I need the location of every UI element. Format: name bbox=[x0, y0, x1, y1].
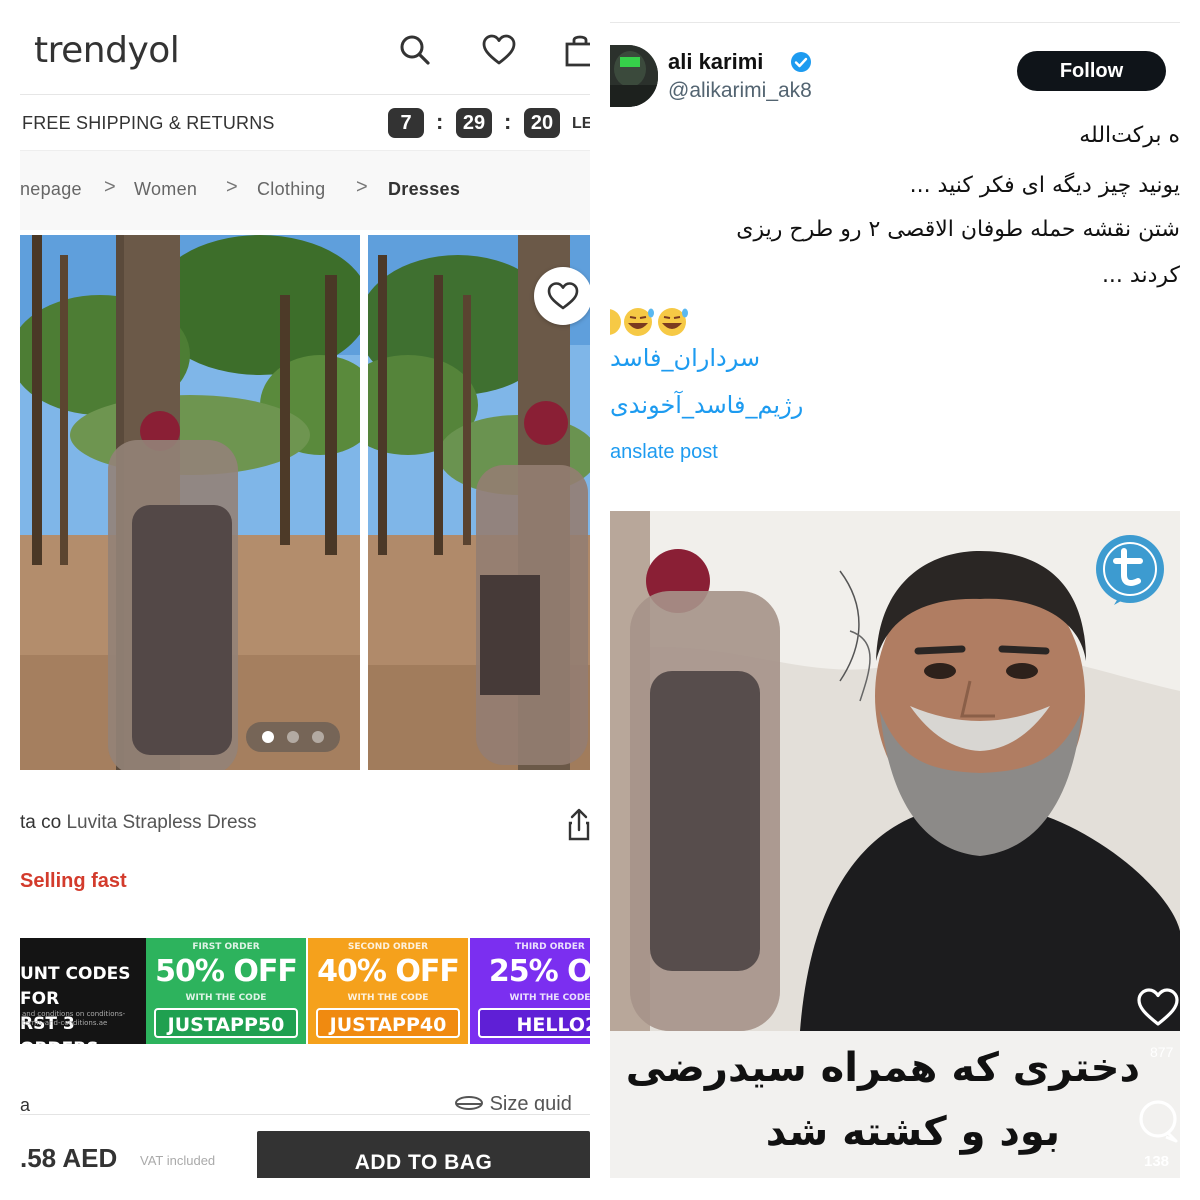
product-title: ta co Luvita Strapless Dress bbox=[20, 812, 257, 834]
size-guide-icon bbox=[454, 1093, 490, 1111]
hashtag-link[interactable]: رژیم_فاسد_آخوندی bbox=[610, 391, 803, 419]
size-guide-label: Size guid bbox=[489, 1093, 572, 1111]
media-caption-line2: بود و کشته شد bbox=[765, 1109, 1060, 1155]
post-text-line: شتن نقشه حمله طوفان الاقصی ۲ رو طرح ریزی bbox=[736, 217, 1180, 242]
gallery-dot[interactable] bbox=[262, 731, 274, 743]
media-caption-line1: دختری که همراه سیدرضی bbox=[625, 1045, 1140, 1091]
promo-offer-3[interactable]: THIRD ORDER 25% OF WITH THE CODE HELLO25 bbox=[470, 938, 590, 1044]
timer-hours: 7 bbox=[388, 108, 424, 138]
promo-intro-line: UNT CODES FOR bbox=[20, 964, 131, 1009]
shipping-text: FREE SHIPPING & RETURNS bbox=[22, 113, 275, 133]
breadcrumb-clothing[interactable]: Clothing bbox=[257, 179, 325, 200]
size-guide-link[interactable]: Size guid bbox=[454, 1093, 572, 1111]
breadcrumb: nepage > Women > Clothing > Dresses bbox=[20, 150, 590, 230]
follow-button[interactable]: Follow bbox=[1017, 51, 1166, 91]
promo-offer-discount: 40% OFF bbox=[317, 954, 460, 989]
promo-offer-label: FIRST ORDER bbox=[192, 942, 260, 952]
product-name: Luvita Strapless Dress bbox=[66, 812, 257, 833]
promo-banner[interactable]: UNT CODES FOR RST 3 ORDERS and condition… bbox=[20, 938, 590, 1044]
timer-separator: : bbox=[436, 109, 444, 134]
timer-seconds: 20 bbox=[524, 108, 560, 138]
timer-separator: : bbox=[504, 109, 512, 134]
product-price: .58 AED bbox=[20, 1143, 118, 1173]
timer-minutes: 29 bbox=[456, 108, 492, 138]
post-text-line: یونید چیز دیگه ای فکر کنید ... bbox=[909, 173, 1180, 198]
gallery-dot[interactable] bbox=[287, 731, 299, 743]
promo-offer-sub: WITH THE CODE bbox=[185, 993, 267, 1003]
trendyol-logo[interactable]: trendyol bbox=[34, 30, 180, 71]
post-text-line: کردند ... bbox=[1101, 263, 1180, 288]
promo-offer-discount: 50% OFF bbox=[155, 954, 298, 989]
gallery-pagination[interactable] bbox=[246, 722, 340, 752]
comment-count: 138 bbox=[1144, 1153, 1170, 1170]
trendyol-screenshot: trendyol FREE SHIPPING & RETURNS 7 : 29 … bbox=[20, 22, 590, 1178]
verified-badge-icon bbox=[790, 51, 812, 78]
promo-terms: and conditions on conditions-terms-and-c… bbox=[22, 1010, 126, 1027]
promo-intro-text: UNT CODES FOR RST 3 ORDERS bbox=[20, 962, 140, 1044]
purchase-bar: .58 AED VAT included ADD TO BAG bbox=[20, 1114, 590, 1178]
post-media[interactable]: 877 138 دختری که همراه سیدرضی بود و کشته… bbox=[610, 511, 1180, 1178]
promo-intro: UNT CODES FOR RST 3 ORDERS and condition… bbox=[20, 938, 146, 1044]
search-icon[interactable] bbox=[397, 32, 433, 68]
product-photo-1[interactable] bbox=[20, 235, 360, 770]
shipping-bar: FREE SHIPPING & RETURNS 7 : 29 : 20 LE bbox=[20, 94, 590, 150]
breadcrumb-separator: > bbox=[104, 176, 116, 198]
selling-fast-badge: Selling fast bbox=[20, 870, 127, 892]
like-count: 877 bbox=[1150, 1044, 1174, 1060]
x-post-screenshot: ali karimi @alikarimi_ak8 Follow ه برکت‌… bbox=[610, 22, 1180, 1178]
post-text-line: ه برکت‌الله bbox=[1079, 123, 1180, 148]
promo-code[interactable]: JUSTAPP50 bbox=[154, 1008, 298, 1038]
promo-offer-sub: WITH THE CODE bbox=[347, 993, 429, 1003]
promo-offer-2[interactable]: SECOND ORDER 40% OFF WITH THE CODE JUSTA… bbox=[308, 938, 468, 1044]
app-header: trendyol bbox=[20, 22, 590, 92]
promo-code[interactable]: HELLO25 bbox=[478, 1008, 590, 1038]
vat-note: VAT included bbox=[140, 1153, 216, 1168]
bag-icon[interactable] bbox=[562, 32, 590, 68]
breadcrumb-dresses: Dresses bbox=[388, 179, 461, 199]
promo-offer-sub: WITH THE CODE bbox=[509, 993, 590, 1003]
channel-logo-icon bbox=[1092, 531, 1168, 607]
promo-offer-discount: 25% OF bbox=[488, 954, 590, 989]
promo-offer-label: SECOND ORDER bbox=[347, 942, 429, 952]
add-to-bag-button[interactable]: ADD TO BAG bbox=[257, 1131, 590, 1178]
breadcrumb-separator: > bbox=[356, 176, 368, 198]
product-gallery[interactable] bbox=[20, 235, 590, 770]
author-name[interactable]: ali karimi bbox=[668, 49, 763, 75]
share-icon[interactable] bbox=[568, 808, 590, 847]
product-brand[interactable]: ta co bbox=[20, 812, 61, 833]
promo-offer-label: THIRD ORDER bbox=[515, 942, 585, 952]
breadcrumb-homepage[interactable]: nepage bbox=[20, 179, 82, 200]
size-row: a Size guid bbox=[20, 1087, 590, 1111]
breadcrumb-separator: > bbox=[226, 176, 238, 198]
emoji-row bbox=[610, 306, 692, 343]
shipping-trailing-text: LE bbox=[572, 115, 590, 132]
promo-offer-1[interactable]: FIRST ORDER 50% OFF WITH THE CODE JUSTAP… bbox=[146, 938, 306, 1044]
favorite-button[interactable] bbox=[534, 267, 590, 325]
breadcrumb-women[interactable]: Women bbox=[134, 179, 197, 200]
hashtag-link[interactable]: سرداران_فاسد bbox=[610, 344, 760, 372]
avatar[interactable] bbox=[610, 45, 658, 107]
translate-post-link[interactable]: anslate post bbox=[610, 441, 718, 464]
gallery-dot[interactable] bbox=[312, 731, 324, 743]
size-label: a bbox=[20, 1095, 31, 1111]
promo-code[interactable]: JUSTAPP40 bbox=[316, 1008, 460, 1038]
heart-icon[interactable] bbox=[481, 32, 517, 68]
author-handle[interactable]: @alikarimi_ak8 bbox=[668, 79, 812, 103]
